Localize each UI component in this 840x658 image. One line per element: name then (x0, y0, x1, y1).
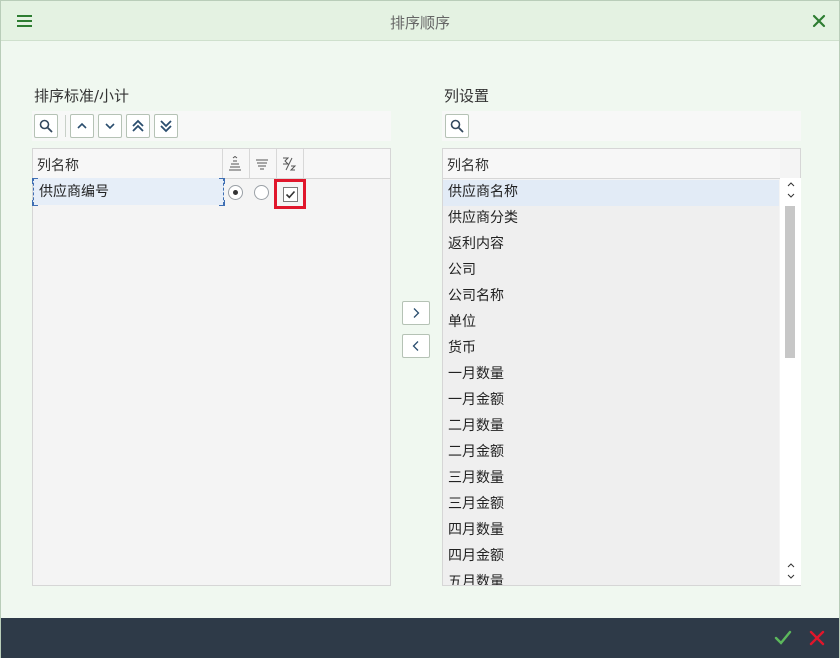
scroll-up-icon[interactable] (786, 180, 796, 200)
cell-focus-corner (219, 178, 225, 184)
column-divider (222, 149, 223, 179)
column-name-header: 列名称 (37, 158, 79, 174)
move-top-button[interactable] (126, 114, 150, 138)
cancel-icon (809, 630, 825, 646)
column-list-item[interactable]: 供应商分类 (443, 206, 779, 232)
scroll-down-icon[interactable] (786, 561, 796, 581)
descending-radio[interactable] (254, 185, 269, 200)
subtotal-checkbox[interactable] (283, 187, 298, 202)
cell-focus-corner (32, 200, 38, 206)
column-settings-label: 列设置 (444, 87, 490, 105)
column-list-item[interactable]: 四月数量 (443, 518, 779, 544)
column-list-item[interactable]: 货币 (443, 336, 779, 362)
sort-ascending-icon[interactable] (227, 155, 243, 172)
column-list-item[interactable]: 二月数量 (443, 414, 779, 440)
column-list: 供应商名称 供应商分类 返利内容 公司 公司名称 单位 货币 一月数量 一月金额 二月数量 二月金额… (443, 180, 779, 585)
sort-criteria-label: 排序标准/小计 (34, 87, 130, 105)
cell-focus-corner (32, 178, 38, 184)
double-chevron-down-icon (160, 120, 172, 133)
column-list-item[interactable]: 一月数量 (443, 362, 779, 388)
chevron-right-icon (413, 308, 420, 318)
cell-focus-corner (219, 200, 225, 206)
dialog-title: 排序顺序 (389, 14, 450, 32)
check-icon (774, 630, 792, 645)
column-list-item[interactable]: 公司 (443, 258, 779, 284)
sort-descending-icon[interactable] (254, 156, 270, 172)
column-divider (303, 149, 304, 179)
cancel-button[interactable] (806, 627, 828, 649)
column-list-item[interactable]: 二月金额 (443, 440, 779, 466)
chevron-left-icon (412, 341, 419, 351)
column-list-item[interactable]: 供应商名称 (443, 180, 779, 206)
column-divider (276, 149, 277, 179)
column-list-item[interactable]: 三月金额 (443, 492, 779, 518)
search-button[interactable] (34, 114, 58, 138)
title-bar: 排序顺序 (1, 1, 839, 41)
column-list-item[interactable]: 返利内容 (443, 232, 779, 258)
search-button[interactable] (445, 114, 469, 138)
column-list-item[interactable]: 五月数量 (443, 570, 779, 585)
sort-row-name-cell[interactable]: 供应商编号 (33, 178, 224, 205)
dialog-footer (1, 618, 839, 658)
subtotal-highlight (274, 179, 306, 209)
double-chevron-up-icon (132, 119, 144, 132)
sort-table-header: 列名称 (33, 149, 390, 179)
remove-column-button[interactable] (402, 334, 430, 358)
column-list-item[interactable]: 三月数量 (443, 466, 779, 492)
vertical-scrollbar[interactable] (780, 178, 801, 585)
check-icon (285, 190, 296, 199)
move-up-button[interactable] (70, 114, 94, 138)
search-icon (450, 119, 464, 133)
move-bottom-button[interactable] (154, 114, 178, 138)
columns-toolbar (442, 111, 801, 141)
column-divider (249, 149, 250, 179)
column-list-header: 列名称 (443, 149, 780, 179)
close-icon[interactable] (809, 11, 829, 31)
sort-toolbar (32, 111, 391, 141)
move-down-button[interactable] (98, 114, 122, 138)
column-list-item[interactable]: 单位 (443, 310, 779, 336)
column-list-item[interactable]: 四月金额 (443, 544, 779, 570)
ascending-radio[interactable] (228, 185, 243, 200)
sort-criteria-table: 列名称 供应商编号 (32, 148, 391, 586)
column-list-item[interactable]: 公司名称 (443, 284, 779, 310)
column-list-table: 列名称 供应商名称 供应商分类 返利内容 公司 公司名称 单位 货币 一月数量 一月金额 二月数量… (442, 148, 801, 586)
subtotal-icon[interactable] (281, 156, 297, 172)
sort-row-name: 供应商编号 (39, 184, 109, 200)
scrollbar-thumb[interactable] (785, 206, 795, 358)
add-column-button[interactable] (402, 301, 430, 325)
column-list-item[interactable]: 一月金额 (443, 388, 779, 414)
confirm-button[interactable] (772, 627, 794, 649)
sort-order-dialog: 排序顺序 排序标准/小计 列名称 供应商编号 列设置 列名称 供应商名称 供应商… (0, 0, 840, 658)
toolbar-divider (65, 115, 66, 137)
search-icon (39, 119, 53, 133)
chevron-down-icon (105, 123, 115, 130)
chevron-up-icon (77, 122, 87, 129)
column-name-header: 列名称 (447, 158, 489, 174)
